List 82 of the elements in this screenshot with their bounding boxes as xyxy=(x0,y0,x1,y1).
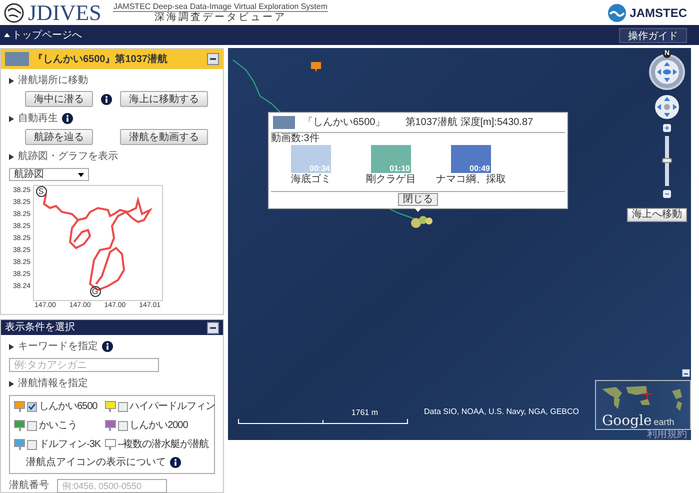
start-marker: S xyxy=(36,186,47,197)
vessel-label: しんかい2000 xyxy=(130,419,188,433)
action-button[interactable]: 潜航を動画する xyxy=(120,129,208,145)
triangle-bullet-icon xyxy=(9,116,14,122)
brand-logo-suffix: earth xyxy=(654,416,674,428)
popup-dive-info: 第1037潜航 深度[m]:5430.87 xyxy=(405,116,534,130)
video-duration: 00:34 xyxy=(310,164,330,173)
action-button[interactable]: 海上に移動する xyxy=(120,91,208,107)
popup-pointer-icon xyxy=(413,206,423,212)
site-subtitle: JAMSTEC Deep-sea Data-Image Virtual Exploration System xyxy=(113,2,328,12)
section-label: 潜航情報を指定 xyxy=(18,376,88,391)
goal-marker: G xyxy=(90,286,101,297)
keyword-field[interactable]: 例:タカアシガニ xyxy=(9,358,159,372)
zoom-in-icon[interactable] xyxy=(663,124,671,132)
organization-logo: JAMSTEC xyxy=(630,4,687,22)
collapse-icon[interactable] xyxy=(207,53,219,65)
triangle-bullet-icon xyxy=(9,380,14,386)
popup-vessel: 「しんかい6500」 xyxy=(303,116,386,130)
zoom-slider-track[interactable] xyxy=(665,136,669,186)
map-attribution: Data SIO, NOAA, U.S. Navy, NGA, GEBCO xyxy=(424,406,579,418)
video-duration: 01:10 xyxy=(390,164,410,173)
scale-label: 1761 m xyxy=(351,407,378,419)
photo-placeholder xyxy=(273,116,295,129)
dive-title: 『しんかい6500』第1037潜航 xyxy=(33,52,168,66)
triangle-bullet-icon xyxy=(9,78,14,84)
video-duration: 00:49 xyxy=(470,164,490,173)
icon-note-link[interactable]: 潜航点アイコンの表示について xyxy=(26,455,166,470)
section-label: 航跡図・グラフを表示 xyxy=(18,150,118,164)
dive-number-field[interactable]: 例:0456, 0500-0550 xyxy=(57,478,167,492)
zoom-out-icon[interactable] xyxy=(663,190,671,198)
checkbox[interactable] xyxy=(27,420,37,430)
guide-button[interactable]: 操作ガイド xyxy=(619,28,687,42)
wave-logo-icon xyxy=(608,4,626,22)
overview-map[interactable]: Google earth xyxy=(595,380,691,430)
vessel-label: ドルフィン-3K xyxy=(39,438,101,452)
checkbox[interactable] xyxy=(27,440,37,450)
location-pin-icon xyxy=(311,62,321,72)
photo-placeholder xyxy=(5,52,29,66)
look-control-icon[interactable] xyxy=(654,59,680,85)
action-button[interactable]: 海中に潜る xyxy=(25,91,93,107)
triangle-bullet-icon xyxy=(9,344,14,350)
triangle-bullet-icon xyxy=(9,154,14,160)
section-label: キーワードを指定 xyxy=(18,340,98,354)
checkbox[interactable] xyxy=(118,420,128,430)
vessel-label: しんかい6500 xyxy=(39,400,98,414)
site-logo: JDIVES xyxy=(28,2,102,24)
move-control-icon[interactable] xyxy=(654,94,680,120)
caret-icon xyxy=(4,33,10,37)
video-caption: 剛クラゲ目 xyxy=(366,173,416,187)
zoom-slider-thumb[interactable] xyxy=(662,158,672,163)
view-select[interactable]: 航跡図 xyxy=(9,168,89,181)
top-page-link[interactable]: トップページへ xyxy=(4,28,82,42)
checkbox[interactable] xyxy=(118,402,128,412)
crosshair-icon xyxy=(642,389,652,399)
video-caption: 海底ゴミ xyxy=(291,173,331,187)
collapse-icon[interactable] xyxy=(682,369,690,377)
site-subtitle-japanese: 深海調査データビューア xyxy=(154,12,286,23)
checkbox[interactable] xyxy=(27,402,37,412)
terms-link[interactable]: 利用規約 xyxy=(647,430,687,440)
section-label: 自動再生 xyxy=(18,112,58,126)
brand-logo: Google xyxy=(602,414,652,428)
panel-title: 表示条件を選択 xyxy=(5,320,75,335)
action-button[interactable]: 航跡を辿る xyxy=(25,129,93,145)
globe-logo-icon xyxy=(4,2,24,22)
field-label: 潜航番号 xyxy=(9,478,49,493)
info-icon[interactable] xyxy=(62,113,73,124)
video-count: 動画数:3件 xyxy=(271,133,320,145)
info-icon[interactable] xyxy=(102,341,113,352)
section-label: 潜航場所に移動 xyxy=(18,74,88,88)
dropdown-arrow-icon xyxy=(78,172,84,176)
vessel-label: ハイパードルフィン xyxy=(130,400,216,414)
vessel-label: かいこう xyxy=(39,419,77,433)
info-icon[interactable] xyxy=(101,94,112,104)
video-thumbnail[interactable]: 00:49 xyxy=(451,145,491,173)
info-icon[interactable] xyxy=(170,457,181,468)
surface-button[interactable]: 海上へ移動 xyxy=(627,208,687,222)
collapse-icon[interactable] xyxy=(207,322,219,334)
checkmark-icon xyxy=(28,403,36,410)
dive-point-marker-icon xyxy=(408,213,434,229)
video-caption: ナマコ綱、採取 xyxy=(436,173,506,187)
vessel-label: --複数の潜水艇が潜航 xyxy=(118,438,209,452)
close-button[interactable]: 閉じる xyxy=(398,193,438,206)
